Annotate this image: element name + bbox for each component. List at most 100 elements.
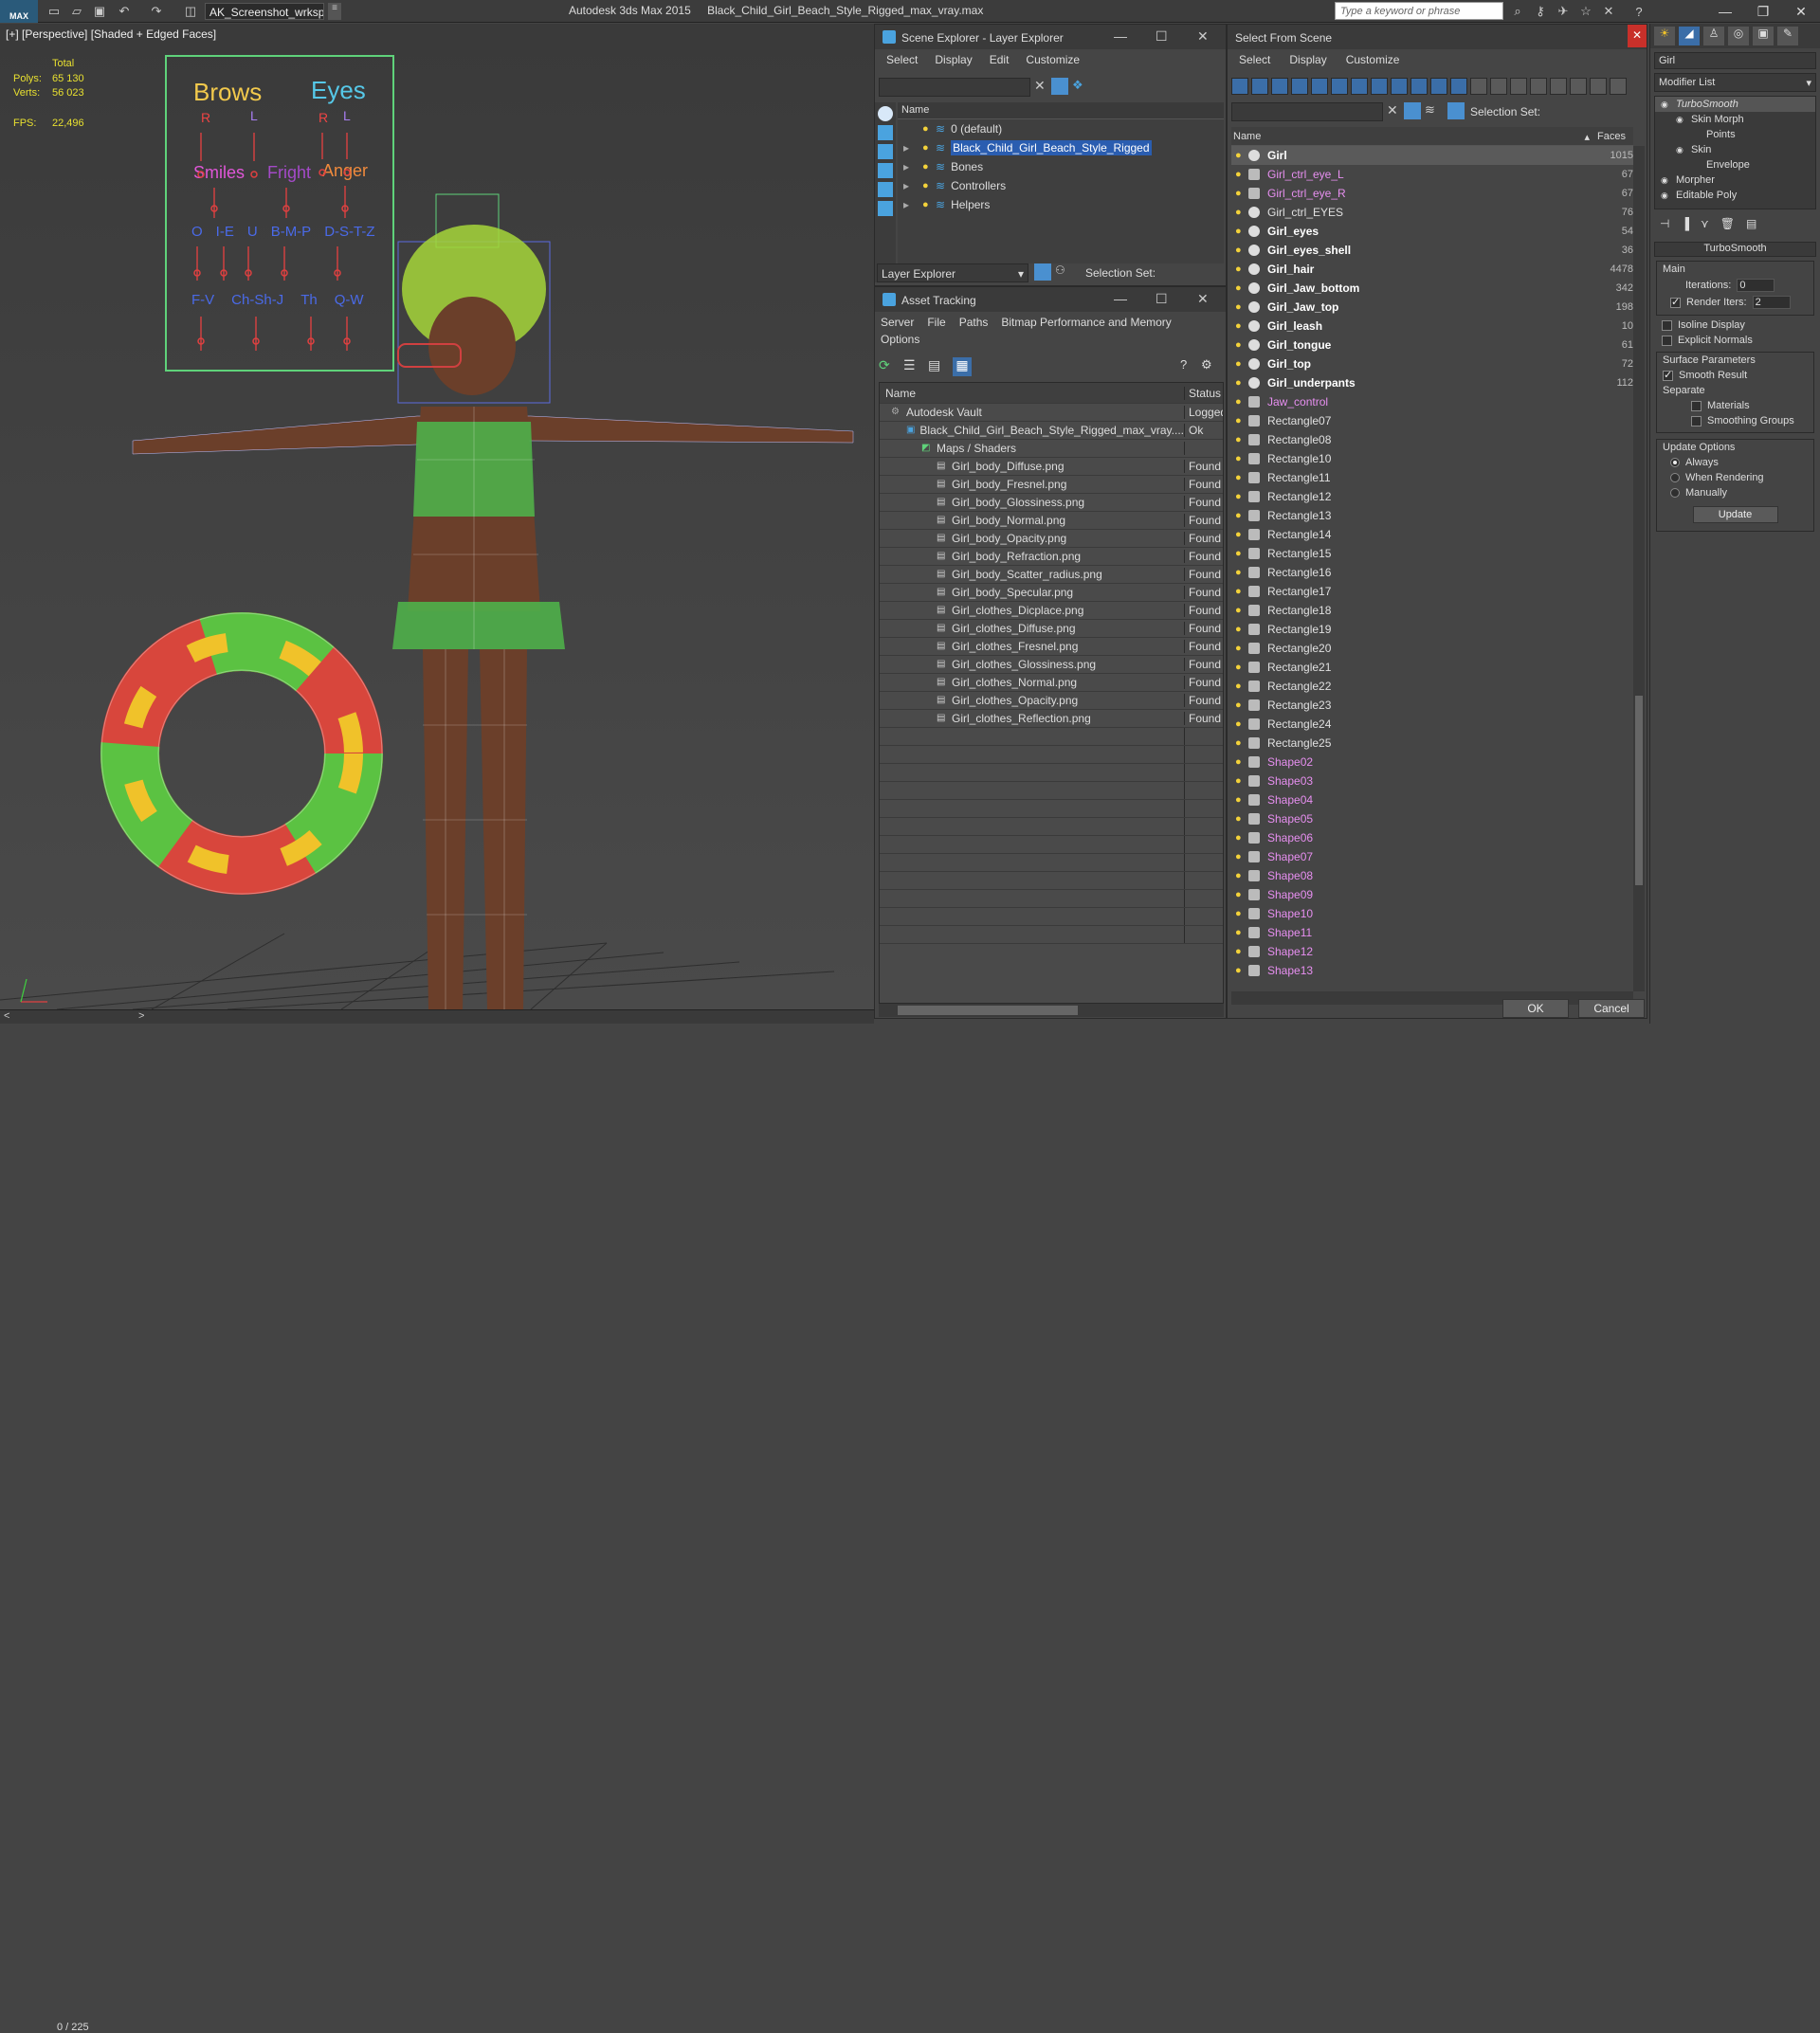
modifier-stack-item[interactable]: Points: [1655, 127, 1815, 142]
menu-server[interactable]: Server: [881, 316, 914, 329]
object-row[interactable]: ● Girl_hair 4478: [1231, 260, 1633, 279]
modifier-list-dropdown[interactable]: Modifier List ▾: [1654, 73, 1816, 92]
layer-row[interactable]: ▸ ● ≋ Black_Child_Girl_Beach_Style_Rigged: [898, 138, 1224, 157]
object-row[interactable]: ● Rectangle10: [1231, 449, 1633, 468]
object-list[interactable]: Name ▴ Faces ● Girl 1015 ● Girl_ctrl_eye_L 67 ●…: [1231, 127, 1633, 991]
object-row[interactable]: ● Girl_tongue 61: [1231, 336, 1633, 354]
expand-arrow-icon[interactable]: ▸: [903, 160, 909, 173]
object-row[interactable]: ● Rectangle22: [1231, 677, 1633, 696]
asset-row[interactable]: ▤ Girl_body_Glossiness.png Found: [880, 494, 1223, 512]
object-row[interactable]: ● Rectangle24: [1231, 715, 1633, 734]
timeline-bar[interactable]: < 0 / 225 >: [0, 1009, 874, 2033]
light-bulb-icon[interactable]: ●: [1235, 794, 1245, 806]
object-row[interactable]: ● Girl 1015: [1231, 146, 1633, 165]
command-panel[interactable]: ☀ ◢ ♙ ◎ ▣ ✎ Girl Modifier List ▾ ◉ TurboSm…: [1649, 24, 1820, 1024]
light-bulb-icon[interactable]: ●: [1235, 415, 1245, 427]
light-bulb-icon[interactable]: ●: [922, 142, 932, 154]
maximize-icon[interactable]: ☐: [1156, 28, 1168, 45]
light-bulb-icon[interactable]: ●: [1235, 453, 1245, 464]
when-rendering-radio[interactable]: [1670, 473, 1680, 483]
light-bulb-icon[interactable]: ●: [1235, 737, 1245, 749]
timeline-prev-icon[interactable]: <: [4, 1010, 9, 1022]
display-hidden-icon[interactable]: [1450, 78, 1467, 95]
asset-row[interactable]: ▤ Girl_clothes_Normal.png Found: [880, 674, 1223, 692]
light-bulb-icon[interactable]: ●: [1235, 226, 1245, 237]
layer-row[interactable]: ▸ ● ≋ Bones: [898, 157, 1224, 176]
app-logo[interactable]: MAX: [0, 0, 38, 23]
light-bulb-icon[interactable]: ●: [1235, 699, 1245, 711]
menu-display[interactable]: Display: [935, 53, 972, 66]
display-helpers-icon[interactable]: [878, 201, 893, 216]
object-row[interactable]: ● Shape03: [1231, 771, 1633, 790]
column-header-status[interactable]: Status: [1185, 387, 1221, 400]
menu-bitmap-performance[interactable]: Bitmap Performance and Memory: [1001, 316, 1171, 329]
light-bulb-icon[interactable]: ●: [922, 180, 932, 191]
display-shapes-icon[interactable]: [878, 144, 893, 159]
layer-row[interactable]: ▸ ● ≋ Controllers: [898, 176, 1224, 195]
motion-tab-icon[interactable]: ◎: [1728, 27, 1749, 45]
asset-row[interactable]: ▤ Girl_body_Normal.png Found: [880, 512, 1223, 530]
modifier-stack-item[interactable]: ◉ TurboSmooth: [1655, 97, 1815, 112]
menu-paths[interactable]: Paths: [959, 316, 989, 329]
asset-table[interactable]: Name Status ⚙ Autodesk Vault Logged ▣Black_…: [879, 382, 1224, 1004]
light-bulb-icon[interactable]: ●: [1235, 434, 1245, 445]
menu-customize[interactable]: Customize: [1346, 53, 1400, 66]
perspective-viewport[interactable]: [+] [Perspective] [Shaded + Edged Faces]…: [0, 24, 874, 1009]
light-bulb-icon[interactable]: ●: [1235, 510, 1245, 521]
smooth-result-checkbox[interactable]: [1663, 369, 1673, 381]
hierarchy-tab-icon[interactable]: ♙: [1703, 27, 1724, 45]
clear-search-icon[interactable]: ✕: [1034, 78, 1046, 94]
light-bulb-icon[interactable]: ●: [1235, 624, 1245, 635]
light-bulb-icon[interactable]: ●: [1235, 813, 1245, 825]
light-bulb-icon[interactable]: ●: [1235, 965, 1245, 976]
object-row[interactable]: ● Shape13: [1231, 961, 1633, 980]
asset-tracking-window[interactable]: Asset Tracking — ☐ ✕ Server File Paths B…: [874, 286, 1227, 1019]
project-folder-icon[interactable]: ◫: [182, 3, 199, 20]
asset-row[interactable]: ▤ Girl_clothes_Opacity.png Found: [880, 692, 1223, 710]
modifier-toggle-icon[interactable]: ◉: [1661, 191, 1670, 201]
asset-row[interactable]: ▤ Girl_clothes_Glossiness.png Found: [880, 656, 1223, 674]
menu-file[interactable]: File: [927, 316, 945, 329]
help-icon[interactable]: ?: [1180, 357, 1187, 372]
object-search-input[interactable]: [1231, 102, 1383, 121]
explicit-normals-checkbox[interactable]: [1662, 335, 1672, 346]
sync-selection-icon[interactable]: [1610, 78, 1627, 95]
hierarchy-icon[interactable]: ⚇: [1055, 263, 1072, 281]
exchange-icon[interactable]: ✕: [1600, 3, 1617, 20]
modify-tab-icon[interactable]: ◢: [1679, 27, 1700, 45]
create-tab-icon[interactable]: ☀: [1654, 27, 1675, 45]
filter-icon[interactable]: [1404, 102, 1421, 119]
clear-search-icon[interactable]: ✕: [1387, 102, 1398, 118]
save-file-icon[interactable]: ▣: [91, 3, 108, 20]
asset-row[interactable]: ▤ Girl_clothes_Fresnel.png Found: [880, 638, 1223, 656]
expand-arrow-icon[interactable]: ▸: [903, 141, 909, 154]
display-shapes-icon[interactable]: [1251, 78, 1268, 95]
light-bulb-icon[interactable]: ●: [1235, 851, 1245, 862]
minimize-icon[interactable]: —: [1114, 28, 1127, 44]
help-icon[interactable]: ?: [1630, 3, 1647, 20]
light-bulb-icon[interactable]: ●: [1235, 567, 1245, 578]
menu-display[interactable]: Display: [1289, 53, 1326, 66]
display-lights-icon[interactable]: [1271, 78, 1288, 95]
menu-edit[interactable]: Edit: [990, 53, 1010, 66]
display-xrefs-icon[interactable]: [1371, 78, 1388, 95]
list-view-icon[interactable]: ☰: [903, 357, 920, 374]
object-row[interactable]: ● Shape11: [1231, 923, 1633, 942]
display-invert-icon[interactable]: [1510, 78, 1527, 95]
light-bulb-icon[interactable]: ●: [1235, 889, 1245, 900]
asset-row[interactable]: ▣ Black_Child_Girl_Beach_Style_Rigged_max…: [880, 422, 1223, 440]
thumbnail-view-icon[interactable]: ▤: [928, 357, 945, 374]
scene-explorer-titlebar[interactable]: Scene Explorer - Layer Explorer — ☐ ✕: [875, 25, 1226, 49]
light-bulb-icon[interactable]: ●: [1235, 718, 1245, 730]
light-bulb-icon[interactable]: ●: [1235, 946, 1245, 957]
turbosmooth-rollout-header[interactable]: TurboSmooth: [1654, 242, 1816, 257]
close-icon[interactable]: ✕: [1628, 25, 1647, 47]
manually-radio[interactable]: [1670, 488, 1680, 499]
asset-row[interactable]: ▤ Girl_body_Refraction.png Found: [880, 548, 1223, 566]
asset-row[interactable]: ▤ Girl_clothes_Diffuse.png Found: [880, 620, 1223, 638]
object-row[interactable]: ● Rectangle15: [1231, 544, 1633, 563]
display-helpers-icon[interactable]: [1311, 78, 1328, 95]
scene-explorer-window[interactable]: Scene Explorer - Layer Explorer — ☐ ✕ Se…: [874, 24, 1227, 286]
configure-sets-icon[interactable]: ▤: [1746, 217, 1756, 230]
redo-icon[interactable]: ↷: [148, 3, 165, 20]
